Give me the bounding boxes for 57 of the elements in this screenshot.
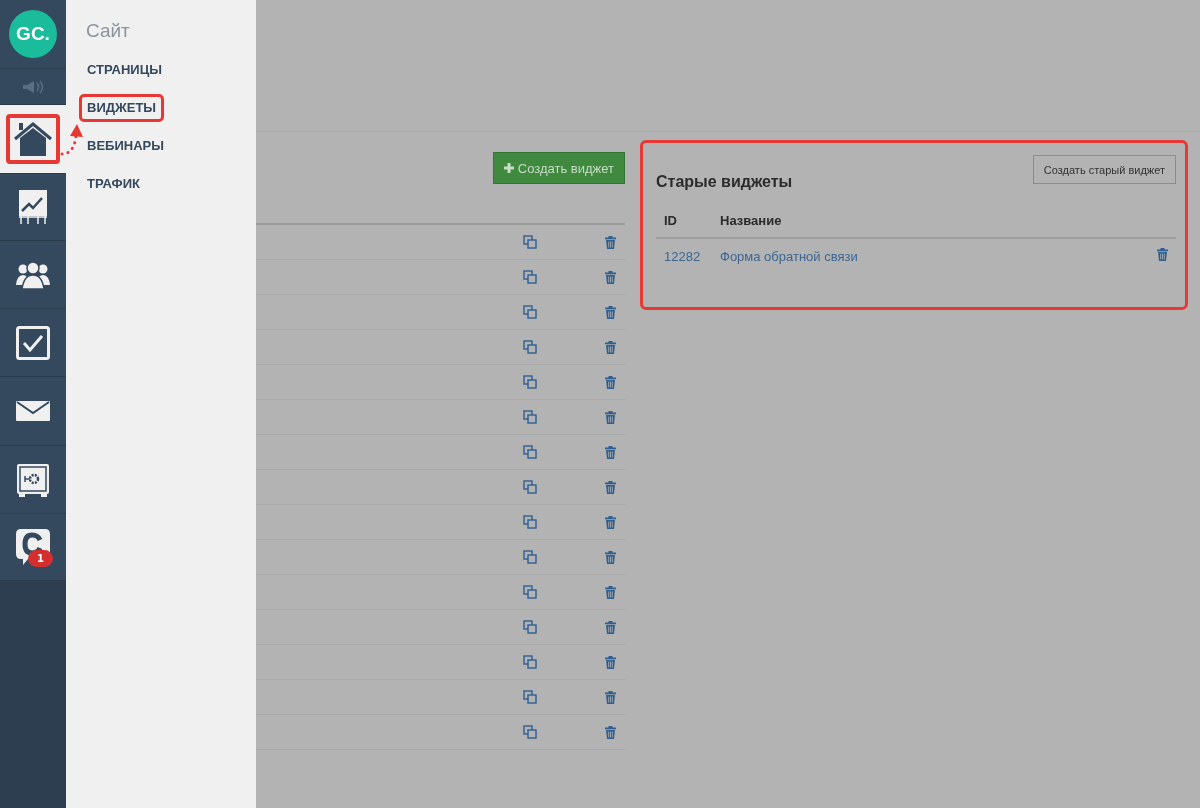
delete-icon[interactable] [605, 550, 616, 564]
submenu-link[interactable]: ВЕБИНАРЫ [86, 137, 165, 155]
delete-icon[interactable] [605, 655, 616, 669]
copy-icon[interactable] [523, 725, 537, 739]
chart-nav-item[interactable] [0, 174, 66, 241]
chart-board-icon [18, 189, 48, 225]
checkbox-icon [16, 325, 50, 360]
delete-icon[interactable] [605, 270, 616, 284]
copy-icon[interactable] [523, 585, 537, 599]
copy-icon[interactable] [523, 620, 537, 634]
copy-icon[interactable] [523, 655, 537, 669]
delete-icon[interactable] [605, 585, 616, 599]
create-old-widget-button[interactable]: Создать старый виджет [1032, 155, 1176, 184]
delete-icon[interactable] [605, 445, 616, 459]
submenu-link[interactable]: ТРАФИК [86, 175, 141, 193]
copy-icon[interactable] [523, 550, 537, 564]
mail-icon [16, 401, 50, 421]
section-title: Сайт [86, 20, 130, 42]
delete-icon[interactable] [605, 515, 616, 529]
delete-icon[interactable] [605, 480, 616, 494]
chat-nav-item[interactable]: 1 [0, 514, 66, 581]
delete-icon[interactable] [605, 340, 616, 354]
column-header: ID [656, 203, 712, 238]
notification-badge: 1 [28, 550, 53, 567]
users-icon [16, 260, 50, 289]
delete-icon[interactable] [605, 690, 616, 704]
copy-icon[interactable] [523, 270, 537, 284]
delete-icon[interactable] [1157, 248, 1168, 261]
copy-icon[interactable] [523, 690, 537, 704]
users-nav-item[interactable] [0, 241, 66, 309]
copy-icon[interactable] [523, 515, 537, 529]
column-header: Название [712, 203, 1140, 238]
speaker-icon [22, 79, 44, 94]
home-nav-item[interactable] [0, 105, 66, 174]
panel-title: Старые виджеты [656, 173, 793, 191]
submenu-link[interactable]: ВИДЖЕТЫ [86, 99, 158, 117]
submenu-link[interactable]: СТРАНИЦЫ [86, 61, 163, 79]
delete-icon[interactable] [605, 725, 616, 739]
copy-icon[interactable] [523, 480, 537, 494]
home-icon [13, 121, 53, 157]
copy-icon[interactable] [523, 445, 537, 459]
delete-icon[interactable] [605, 410, 616, 424]
delete-icon[interactable] [605, 305, 616, 319]
copy-icon[interactable] [523, 410, 537, 424]
delete-icon[interactable] [605, 375, 616, 389]
plus-icon [503, 163, 514, 173]
safe-icon [16, 462, 50, 497]
tasks-nav-item[interactable] [0, 309, 66, 377]
safe-nav-item[interactable] [0, 446, 66, 514]
copy-icon[interactable] [523, 235, 537, 249]
delete-icon[interactable] [605, 235, 616, 249]
copy-icon[interactable] [523, 375, 537, 389]
copy-icon[interactable] [523, 305, 537, 319]
delete-icon[interactable] [605, 620, 616, 634]
mail-nav-item[interactable] [0, 377, 66, 446]
annotation-arrow [60, 124, 83, 156]
copy-icon[interactable] [523, 340, 537, 354]
